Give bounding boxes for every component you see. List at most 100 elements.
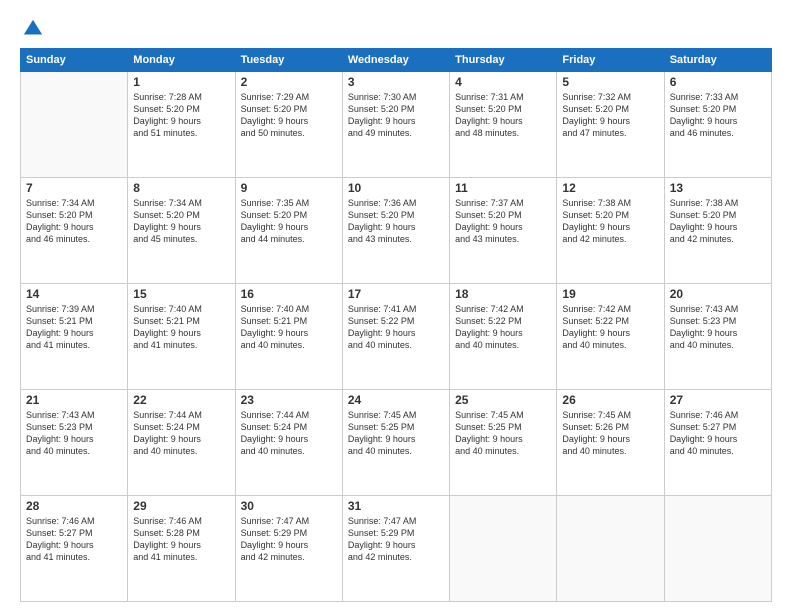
calendar-cell: 6 Sunrise: 7:33 AM Sunset: 5:20 PM Daylig… bbox=[664, 72, 771, 178]
day-info: Sunrise: 7:43 AM Sunset: 5:23 PM Dayligh… bbox=[26, 409, 122, 458]
logo bbox=[20, 18, 44, 40]
header-sunday: Sunday bbox=[21, 49, 128, 72]
header-thursday: Thursday bbox=[450, 49, 557, 72]
day-number: 27 bbox=[670, 393, 766, 407]
day-number: 15 bbox=[133, 287, 229, 301]
day-info: Sunrise: 7:45 AM Sunset: 5:26 PM Dayligh… bbox=[562, 409, 658, 458]
calendar-cell: 8 Sunrise: 7:34 AM Sunset: 5:20 PM Daylig… bbox=[128, 178, 235, 284]
calendar-cell: 26 Sunrise: 7:45 AM Sunset: 5:26 PM Dayli… bbox=[557, 390, 664, 496]
logo-icon bbox=[22, 18, 44, 40]
calendar-cell: 5 Sunrise: 7:32 AM Sunset: 5:20 PM Daylig… bbox=[557, 72, 664, 178]
calendar-header-row: SundayMondayTuesdayWednesdayThursdayFrid… bbox=[21, 49, 772, 72]
calendar-cell: 2 Sunrise: 7:29 AM Sunset: 5:20 PM Daylig… bbox=[235, 72, 342, 178]
calendar-cell: 17 Sunrise: 7:41 AM Sunset: 5:22 PM Dayli… bbox=[342, 284, 449, 390]
day-info: Sunrise: 7:41 AM Sunset: 5:22 PM Dayligh… bbox=[348, 303, 444, 352]
day-info: Sunrise: 7:47 AM Sunset: 5:29 PM Dayligh… bbox=[241, 515, 337, 564]
header-wednesday: Wednesday bbox=[342, 49, 449, 72]
calendar-cell: 27 Sunrise: 7:46 AM Sunset: 5:27 PM Dayli… bbox=[664, 390, 771, 496]
day-info: Sunrise: 7:32 AM Sunset: 5:20 PM Dayligh… bbox=[562, 91, 658, 140]
calendar-week-row: 7 Sunrise: 7:34 AM Sunset: 5:20 PM Daylig… bbox=[21, 178, 772, 284]
day-info: Sunrise: 7:46 AM Sunset: 5:27 PM Dayligh… bbox=[670, 409, 766, 458]
calendar-cell: 13 Sunrise: 7:38 AM Sunset: 5:20 PM Dayli… bbox=[664, 178, 771, 284]
day-info: Sunrise: 7:40 AM Sunset: 5:21 PM Dayligh… bbox=[241, 303, 337, 352]
day-info: Sunrise: 7:34 AM Sunset: 5:20 PM Dayligh… bbox=[26, 197, 122, 246]
calendar-cell: 14 Sunrise: 7:39 AM Sunset: 5:21 PM Dayli… bbox=[21, 284, 128, 390]
day-number: 10 bbox=[348, 181, 444, 195]
day-number: 11 bbox=[455, 181, 551, 195]
day-info: Sunrise: 7:38 AM Sunset: 5:20 PM Dayligh… bbox=[562, 197, 658, 246]
day-info: Sunrise: 7:36 AM Sunset: 5:20 PM Dayligh… bbox=[348, 197, 444, 246]
day-info: Sunrise: 7:44 AM Sunset: 5:24 PM Dayligh… bbox=[133, 409, 229, 458]
day-info: Sunrise: 7:35 AM Sunset: 5:20 PM Dayligh… bbox=[241, 197, 337, 246]
day-number: 17 bbox=[348, 287, 444, 301]
calendar-cell: 21 Sunrise: 7:43 AM Sunset: 5:23 PM Dayli… bbox=[21, 390, 128, 496]
day-info: Sunrise: 7:28 AM Sunset: 5:20 PM Dayligh… bbox=[133, 91, 229, 140]
day-info: Sunrise: 7:42 AM Sunset: 5:22 PM Dayligh… bbox=[455, 303, 551, 352]
day-info: Sunrise: 7:42 AM Sunset: 5:22 PM Dayligh… bbox=[562, 303, 658, 352]
day-number: 14 bbox=[26, 287, 122, 301]
day-number: 28 bbox=[26, 499, 122, 513]
day-number: 26 bbox=[562, 393, 658, 407]
calendar-cell: 18 Sunrise: 7:42 AM Sunset: 5:22 PM Dayli… bbox=[450, 284, 557, 390]
calendar-cell: 16Sunrise: 7:40 AM Sunset: 5:21 PM Dayli… bbox=[235, 284, 342, 390]
calendar-cell: 20 Sunrise: 7:43 AM Sunset: 5:23 PM Dayli… bbox=[664, 284, 771, 390]
day-number: 21 bbox=[26, 393, 122, 407]
day-number: 3 bbox=[348, 75, 444, 89]
day-number: 7 bbox=[26, 181, 122, 195]
day-number: 1 bbox=[133, 75, 229, 89]
calendar-week-row: 28 Sunrise: 7:46 AM Sunset: 5:27 PM Dayli… bbox=[21, 496, 772, 602]
header bbox=[20, 18, 772, 40]
day-number: 12 bbox=[562, 181, 658, 195]
calendar-cell: 7 Sunrise: 7:34 AM Sunset: 5:20 PM Daylig… bbox=[21, 178, 128, 284]
day-number: 30 bbox=[241, 499, 337, 513]
calendar-week-row: 14 Sunrise: 7:39 AM Sunset: 5:21 PM Dayli… bbox=[21, 284, 772, 390]
calendar-cell: 31Sunrise: 7:47 AM Sunset: 5:29 PM Dayli… bbox=[342, 496, 449, 602]
day-number: 29 bbox=[133, 499, 229, 513]
day-number: 4 bbox=[455, 75, 551, 89]
calendar-cell: 11 Sunrise: 7:37 AM Sunset: 5:20 PM Dayli… bbox=[450, 178, 557, 284]
calendar-cell: 12 Sunrise: 7:38 AM Sunset: 5:20 PM Dayli… bbox=[557, 178, 664, 284]
calendar-cell bbox=[21, 72, 128, 178]
calendar-cell: 9Sunrise: 7:35 AM Sunset: 5:20 PM Daylig… bbox=[235, 178, 342, 284]
day-number: 6 bbox=[670, 75, 766, 89]
day-number: 18 bbox=[455, 287, 551, 301]
header-tuesday: Tuesday bbox=[235, 49, 342, 72]
calendar-cell: 23Sunrise: 7:44 AM Sunset: 5:24 PM Dayli… bbox=[235, 390, 342, 496]
day-number: 5 bbox=[562, 75, 658, 89]
day-info: Sunrise: 7:29 AM Sunset: 5:20 PM Dayligh… bbox=[241, 91, 337, 140]
calendar-cell: 29 Sunrise: 7:46 AM Sunset: 5:28 PM Dayli… bbox=[128, 496, 235, 602]
day-info: Sunrise: 7:47 AM Sunset: 5:29 PM Dayligh… bbox=[348, 515, 444, 564]
day-info: Sunrise: 7:45 AM Sunset: 5:25 PM Dayligh… bbox=[348, 409, 444, 458]
header-saturday: Saturday bbox=[664, 49, 771, 72]
day-info: Sunrise: 7:31 AM Sunset: 5:20 PM Dayligh… bbox=[455, 91, 551, 140]
day-info: Sunrise: 7:46 AM Sunset: 5:27 PM Dayligh… bbox=[26, 515, 122, 564]
day-info: Sunrise: 7:45 AM Sunset: 5:25 PM Dayligh… bbox=[455, 409, 551, 458]
day-number: 8 bbox=[133, 181, 229, 195]
header-monday: Monday bbox=[128, 49, 235, 72]
day-info: Sunrise: 7:33 AM Sunset: 5:20 PM Dayligh… bbox=[670, 91, 766, 140]
day-number: 2 bbox=[241, 75, 337, 89]
day-number: 22 bbox=[133, 393, 229, 407]
day-number: 23 bbox=[241, 393, 337, 407]
calendar-cell bbox=[450, 496, 557, 602]
calendar-cell: 30 Sunrise: 7:47 AM Sunset: 5:29 PM Dayli… bbox=[235, 496, 342, 602]
calendar-cell: 10 Sunrise: 7:36 AM Sunset: 5:20 PM Dayli… bbox=[342, 178, 449, 284]
calendar-cell: 15Sunrise: 7:40 AM Sunset: 5:21 PM Dayli… bbox=[128, 284, 235, 390]
day-info: Sunrise: 7:39 AM Sunset: 5:21 PM Dayligh… bbox=[26, 303, 122, 352]
day-number: 13 bbox=[670, 181, 766, 195]
day-info: Sunrise: 7:38 AM Sunset: 5:20 PM Dayligh… bbox=[670, 197, 766, 246]
day-info: Sunrise: 7:46 AM Sunset: 5:28 PM Dayligh… bbox=[133, 515, 229, 564]
day-info: Sunrise: 7:43 AM Sunset: 5:23 PM Dayligh… bbox=[670, 303, 766, 352]
calendar: SundayMondayTuesdayWednesdayThursdayFrid… bbox=[20, 48, 772, 602]
calendar-cell: 1 Sunrise: 7:28 AM Sunset: 5:20 PM Daylig… bbox=[128, 72, 235, 178]
calendar-cell: 22 Sunrise: 7:44 AM Sunset: 5:24 PM Dayli… bbox=[128, 390, 235, 496]
day-number: 20 bbox=[670, 287, 766, 301]
calendar-week-row: 21 Sunrise: 7:43 AM Sunset: 5:23 PM Dayli… bbox=[21, 390, 772, 496]
calendar-cell: 4 Sunrise: 7:31 AM Sunset: 5:20 PM Daylig… bbox=[450, 72, 557, 178]
calendar-cell: 19Sunrise: 7:42 AM Sunset: 5:22 PM Dayli… bbox=[557, 284, 664, 390]
day-number: 24 bbox=[348, 393, 444, 407]
day-info: Sunrise: 7:34 AM Sunset: 5:20 PM Dayligh… bbox=[133, 197, 229, 246]
page: SundayMondayTuesdayWednesdayThursdayFrid… bbox=[0, 0, 792, 612]
day-info: Sunrise: 7:37 AM Sunset: 5:20 PM Dayligh… bbox=[455, 197, 551, 246]
day-info: Sunrise: 7:30 AM Sunset: 5:20 PM Dayligh… bbox=[348, 91, 444, 140]
